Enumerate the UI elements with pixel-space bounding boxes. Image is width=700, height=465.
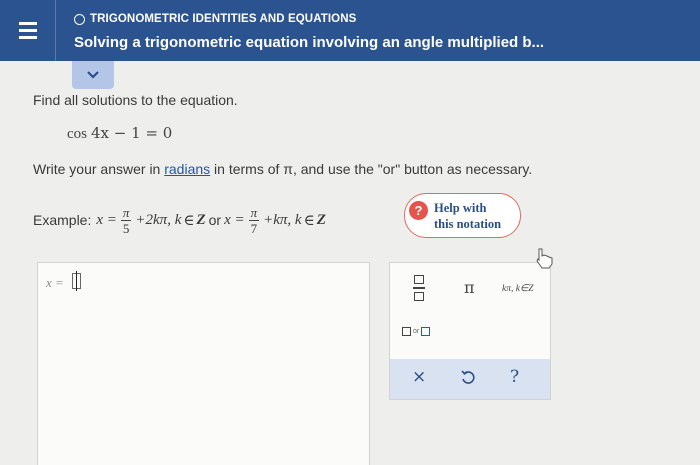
help-bubble-icon: ? <box>409 201 428 220</box>
circle-icon <box>74 13 85 25</box>
answer-input-area[interactable]: x = <box>37 262 370 465</box>
section-title: TRIGONOMETRIC IDENTITIES AND EQUATIONS <box>74 13 356 25</box>
top-header: TRIGONOMETRIC IDENTITIES AND EQUATIONS S… <box>0 0 700 61</box>
undo-button[interactable] <box>460 369 476 390</box>
example-x2: x = <box>224 211 245 228</box>
frac1-denominator: 5 <box>122 220 130 236</box>
example-frac2: π 7 <box>248 204 260 236</box>
pi-key[interactable]: π <box>464 278 475 297</box>
menu-bar <box>18 29 37 32</box>
example-x1: x = <box>96 211 117 228</box>
example-frac1: π 5 <box>120 204 132 236</box>
answer-x-label: x = <box>46 275 64 290</box>
or-left-box <box>402 327 411 336</box>
section-title-text: TRIGONOMETRIC IDENTITIES AND EQUATIONS <box>90 13 357 25</box>
hamburger-menu-button[interactable] <box>0 0 56 61</box>
example-in1: ∈ <box>183 212 195 229</box>
keypad-action-bar: × ? <box>390 359 550 399</box>
problem-equation: cos 4x − 1 = 0 <box>67 124 172 143</box>
help-line1: Help with <box>434 200 487 215</box>
or-key-label: or <box>413 328 420 335</box>
frac2-denominator: 7 <box>250 220 258 236</box>
k-pi-key[interactable]: kπ, k∈Z <box>502 283 534 294</box>
example-set1: Z <box>196 211 206 228</box>
help-line2: this notation <box>434 216 502 231</box>
example-or: or <box>208 212 222 228</box>
or-right-box <box>421 327 431 336</box>
undo-icon <box>461 370 475 384</box>
equation-function: cos <box>67 126 87 142</box>
help-notation-label: Help with this notation <box>434 200 501 232</box>
equation-body: 4x − 1 = 0 <box>91 124 173 142</box>
math-keypad: π kπ, k∈Z or × ? <box>389 262 551 400</box>
fraction-bar <box>413 287 425 289</box>
example-in2: ∈ <box>303 212 315 229</box>
help-notation-button[interactable]: ? Help with this notation <box>404 193 521 238</box>
example-term2: +kπ, k <box>263 211 302 228</box>
fraction-key[interactable] <box>411 275 427 301</box>
answer-placeholder-box[interactable] <box>72 273 81 289</box>
example-term1: +2kπ, k <box>135 211 182 228</box>
text-cursor <box>75 271 77 291</box>
instruction-before: Write your answer in <box>33 161 165 177</box>
clear-button[interactable]: × <box>412 367 426 387</box>
page-title: Solving a trigonometric equation involvi… <box>74 34 545 51</box>
menu-bar <box>18 36 37 39</box>
radians-link[interactable]: radians <box>164 161 210 177</box>
keypad-help-button[interactable]: ? <box>510 367 519 387</box>
or-key[interactable]: or <box>402 327 431 336</box>
problem-prompt: Find all solutions to the equation. <box>33 92 238 108</box>
frac2-numerator: π <box>248 204 260 221</box>
instruction-text: Write your answer in radians in terms of… <box>33 161 532 177</box>
collapse-toggle-button[interactable] <box>72 61 114 89</box>
example-set2: Z <box>316 211 326 228</box>
menu-bar <box>18 22 37 25</box>
chevron-down-icon <box>87 71 99 79</box>
example-label: Example: <box>33 212 92 228</box>
frac1-numerator: π <box>120 204 132 221</box>
hand-pointer-icon <box>536 248 553 269</box>
example-notation: Example: x = π 5 +2kπ, k ∈ Z or x = π 7 … <box>33 200 326 240</box>
instruction-after: in terms of π, and use the "or" button a… <box>210 161 533 177</box>
fraction-numerator-box <box>414 275 424 284</box>
fraction-denominator-box <box>414 292 424 301</box>
